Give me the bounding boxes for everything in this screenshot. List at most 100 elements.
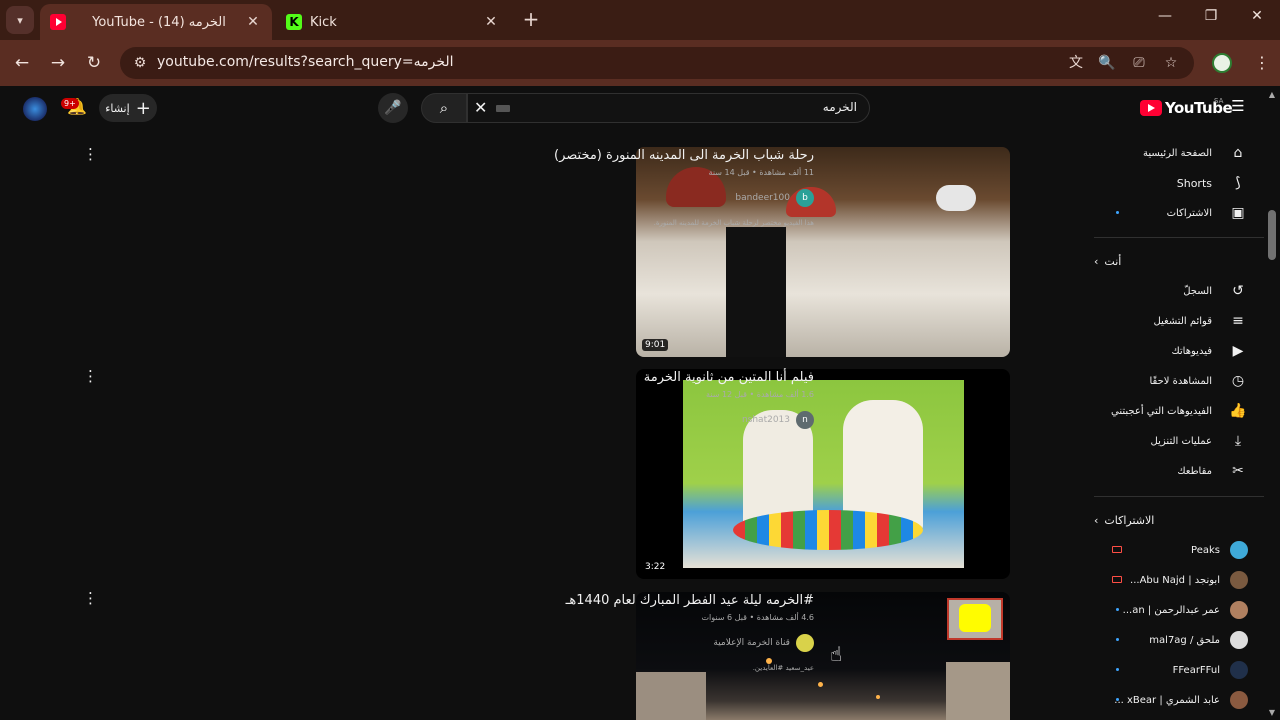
youtube-play-icon — [1140, 100, 1162, 116]
divider — [1094, 237, 1264, 238]
url-text[interactable]: youtube.com/results?search_query=الخرمه — [157, 54, 454, 70]
new-content-dot — [1116, 211, 1119, 214]
subscriptions-icon: ▣ — [1231, 205, 1245, 221]
channel-name[interactable]: قناة الخرمة الإعلامية — [713, 638, 790, 648]
search-button[interactable]: ⌕ — [421, 93, 467, 123]
window-close-button[interactable]: ✕ — [1244, 8, 1270, 32]
more-actions-icon[interactable]: ⋮ — [83, 145, 98, 163]
video-title[interactable]: فيلم أنا المتين من ثانوية الخرمة — [644, 370, 814, 385]
sidebar-subscriptions-heading[interactable]: الاشتراكات › — [1094, 509, 1264, 531]
channel-info[interactable]: n nshat2013 — [742, 411, 814, 429]
channel-name[interactable]: bandeer100 — [735, 193, 790, 203]
new-content-dot — [1116, 668, 1119, 671]
video-description: عيد_سعيد #العايدين. — [752, 664, 814, 672]
channel-name[interactable]: nshat2013 — [742, 415, 790, 425]
create-button[interactable]: إنشاء + — [99, 94, 157, 122]
channel-avatar — [1230, 541, 1248, 559]
reload-button[interactable]: ↻ — [82, 51, 106, 75]
install-app-icon[interactable]: ⎚ — [1129, 53, 1149, 73]
account-avatar[interactable] — [23, 97, 47, 121]
sidebar-item-home[interactable]: الصفحة الرئيسية ⌂ — [1094, 138, 1264, 168]
guide-menu-icon[interactable]: ☰ — [1230, 99, 1246, 114]
thumbnail-figure — [936, 185, 976, 211]
subscription-item[interactable]: عابد الشمري | xBear ... — [1094, 685, 1264, 715]
sidebar-you-heading[interactable]: أنت › — [1094, 250, 1264, 272]
voice-search-icon[interactable]: 🎤 — [378, 93, 408, 123]
channel-info[interactable]: قناة الخرمة الإعلامية — [713, 634, 814, 652]
clear-search-icon[interactable]: ✕ — [474, 98, 487, 117]
forward-button[interactable]: → — [46, 51, 70, 75]
search-query[interactable]: الخرمه — [823, 100, 857, 114]
channel-avatar — [1230, 691, 1248, 709]
minimize-button[interactable]: — — [1152, 8, 1178, 32]
restore-button[interactable]: ❐ — [1198, 8, 1224, 32]
create-label: إنشاء — [105, 101, 130, 115]
sidebar-item-watch-later[interactable]: المشاهدة لاحقًا ◷ — [1094, 366, 1264, 396]
channel-info[interactable]: b bandeer100 — [735, 189, 814, 207]
video-thumbnail[interactable]: 3:22 — [636, 369, 1010, 579]
more-actions-icon[interactable]: ⋮ — [83, 367, 98, 385]
subscription-item[interactable]: ملحق / mal7ag — [1094, 625, 1264, 655]
address-bar[interactable]: ⚙ youtube.com/results?search_query=الخرم… — [120, 47, 1194, 79]
more-actions-icon[interactable]: ⋮ — [83, 589, 98, 607]
playlists-icon: ≡ — [1232, 313, 1244, 329]
translate-icon[interactable]: 文 — [1066, 53, 1086, 73]
sidebar-item-clips[interactable]: مقاطعك ✂ — [1094, 456, 1264, 486]
video-metadata: 1.6 ألف مشاهدة • قبل 12 سنة — [705, 390, 814, 399]
tab-kick[interactable]: K Kick ✕ — [276, 4, 510, 40]
video-duration: 3:22 — [642, 561, 669, 573]
site-info-icon[interactable]: ⚙ — [130, 53, 150, 73]
sidebar-item-history[interactable]: السجلّ ↺ — [1094, 276, 1264, 306]
sidebar-item-subscriptions[interactable]: الاشتراكات ▣ — [1094, 198, 1264, 228]
subscription-item[interactable]: ابونجد | Abu Najd... — [1094, 565, 1264, 595]
video-description: هذا الفيديو مختصر لرحلة شباب الخرمة للمد… — [653, 219, 814, 227]
close-icon[interactable]: ✕ — [244, 14, 262, 30]
new-content-dot — [1116, 608, 1119, 611]
sidebar-item-liked[interactable]: الفيديوهات التي أعجبتني 👍 — [1094, 396, 1264, 426]
profile-avatar[interactable] — [1212, 53, 1232, 73]
thumbnail-scene — [683, 380, 964, 568]
notification-badge: 9+ — [61, 98, 79, 109]
street-light — [876, 695, 880, 699]
subscription-item[interactable]: Peaks — [1094, 535, 1264, 565]
browser-menu-icon[interactable]: ⋮ — [1254, 51, 1270, 75]
close-icon[interactable]: ✕ — [482, 14, 500, 30]
sidebar-item-shorts[interactable]: Shorts ⟆ — [1094, 168, 1264, 198]
plus-icon: + — [135, 97, 151, 119]
your-videos-icon: ▶ — [1232, 343, 1244, 359]
sidebar-item-playlists[interactable]: قوائم التشغيل ≡ — [1094, 306, 1264, 336]
sidebar-item-your-videos[interactable]: فيديوهاتك ▶ — [1094, 336, 1264, 366]
video-thumbnail[interactable]: 9:01 — [636, 147, 1010, 357]
zoom-icon[interactable]: 🔍 — [1097, 53, 1117, 73]
divider — [1094, 496, 1264, 497]
tab-youtube[interactable]: YouTube - (14) الخرمه ✕ — [40, 4, 272, 40]
scroll-down-arrow[interactable]: ▼ — [1267, 708, 1277, 717]
sidebar-item-downloads[interactable]: عمليات التنزيل ⤓ — [1094, 426, 1264, 456]
video-title[interactable]: #الخرمه ليلة عيد الفطر المبارك لعام 1440… — [566, 593, 814, 608]
bookmark-star-icon[interactable]: ☆ — [1161, 53, 1181, 73]
history-icon: ↺ — [1232, 283, 1244, 299]
video-metadata: 11 ألف مشاهدة • قبل 14 سنة — [708, 168, 814, 177]
scroll-up-arrow[interactable]: ▲ — [1267, 90, 1277, 99]
channel-avatar — [1230, 661, 1248, 679]
youtube-logo[interactable]: YouTube SA — [1140, 97, 1233, 117]
search-input[interactable]: ✕ الخرمه — [467, 93, 870, 123]
subscription-item[interactable]: FFearFFul — [1094, 655, 1264, 685]
video-thumbnail[interactable] — [636, 592, 1010, 720]
channel-avatar — [796, 634, 814, 652]
back-button[interactable]: ← — [10, 51, 34, 75]
keyboard-icon[interactable] — [496, 105, 510, 112]
channel-avatar: b — [796, 189, 814, 207]
downloads-icon: ⤓ — [1234, 433, 1242, 449]
snapchat-logo-icon — [947, 598, 1003, 640]
live-icon — [1112, 546, 1122, 553]
sidebar-scrollbar[interactable] — [1268, 210, 1276, 260]
subscription-item[interactable]: عمر عبدالرحمن | an... — [1094, 595, 1264, 625]
tab-title: YouTube - (14) الخرمه — [92, 14, 226, 30]
tab-search-button[interactable]: ▾ — [6, 6, 34, 34]
channel-avatar: n — [796, 411, 814, 429]
new-tab-button[interactable]: + — [520, 9, 542, 31]
video-title[interactable]: رحلة شباب الخرمة الى المدينه المنورة (مخ… — [554, 148, 814, 163]
video-duration: 9:01 — [642, 339, 669, 351]
new-content-dot — [1116, 698, 1119, 701]
